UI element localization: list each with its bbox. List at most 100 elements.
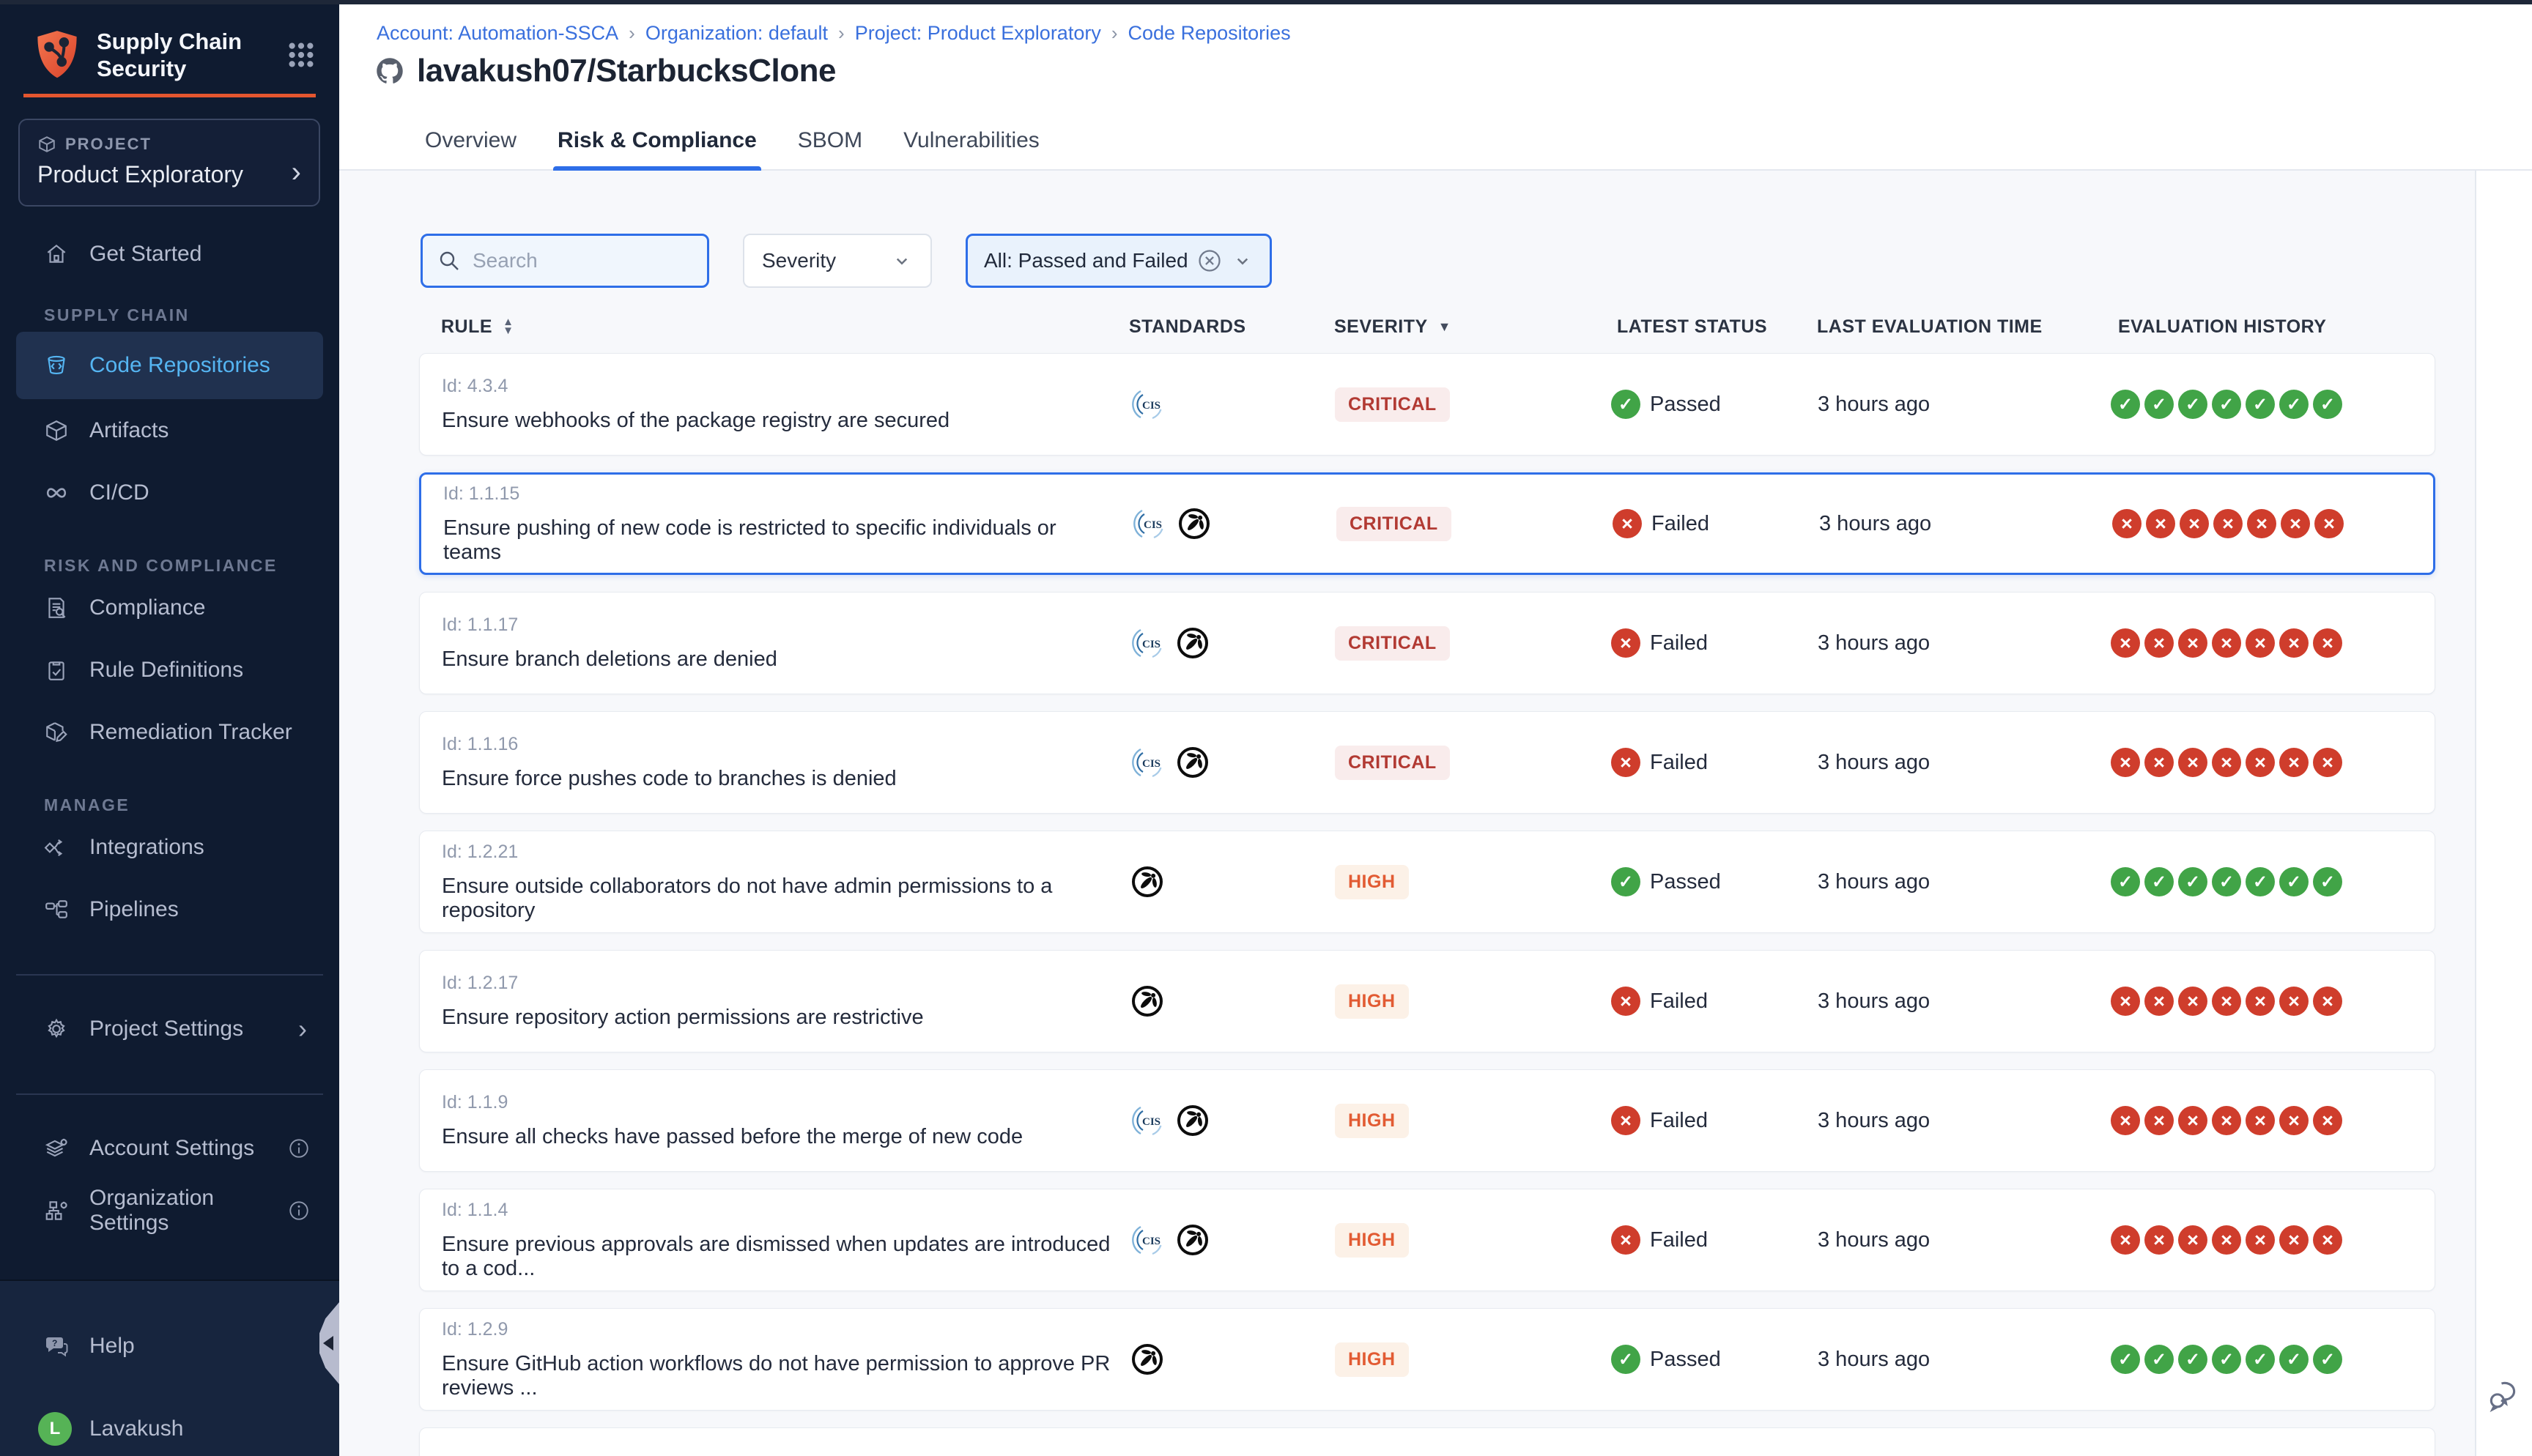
history-passed-icon[interactable]: ✓	[2279, 867, 2309, 896]
sidebar-item-organization-settings[interactable]: Organization Settings	[0, 1179, 339, 1241]
history-failed-icon[interactable]: ×	[2112, 509, 2142, 538]
history-failed-icon[interactable]: ×	[2281, 509, 2310, 538]
sidebar-item-artifacts[interactable]: Artifacts	[0, 399, 339, 461]
history-failed-icon[interactable]: ×	[2246, 1106, 2275, 1135]
history-failed-icon[interactable]: ×	[2212, 987, 2241, 1016]
history-failed-icon[interactable]: ×	[2111, 748, 2140, 777]
history-failed-icon[interactable]: ×	[2279, 628, 2309, 658]
history-passed-icon[interactable]: ✓	[2178, 867, 2207, 896]
status-filter[interactable]: All: Passed and Failed	[966, 234, 1272, 288]
table-row[interactable]: Id: 1.2.9Ensure GitHub action workflows …	[419, 1308, 2435, 1411]
history-failed-icon[interactable]: ×	[2178, 1106, 2207, 1135]
history-failed-icon[interactable]: ×	[2246, 1225, 2275, 1255]
info-icon[interactable]	[288, 1137, 310, 1159]
history-failed-icon[interactable]: ×	[2313, 628, 2342, 658]
history-failed-icon[interactable]: ×	[2144, 628, 2174, 658]
tab-sbom[interactable]: SBOM	[798, 112, 862, 169]
history-failed-icon[interactable]: ×	[2144, 987, 2174, 1016]
history-failed-icon[interactable]: ×	[2178, 628, 2207, 658]
history-failed-icon[interactable]: ×	[2111, 987, 2140, 1016]
table-row[interactable]: Id: 1.1.5CISHIGH×Failed3 hours ago××××××…	[419, 1427, 2435, 1456]
history-passed-icon[interactable]: ✓	[2246, 390, 2275, 419]
history-failed-icon[interactable]: ×	[2178, 748, 2207, 777]
history-passed-icon[interactable]: ✓	[2279, 1345, 2309, 1374]
history-failed-icon[interactable]: ×	[2313, 748, 2342, 777]
history-failed-icon[interactable]: ×	[2144, 748, 2174, 777]
history-failed-icon[interactable]: ×	[2279, 1225, 2309, 1255]
sidebar-item-get-started[interactable]: Get Started	[0, 223, 339, 285]
history-failed-icon[interactable]: ×	[2313, 987, 2342, 1016]
history-passed-icon[interactable]: ✓	[2144, 390, 2174, 419]
history-failed-icon[interactable]: ×	[2213, 509, 2243, 538]
severity-filter[interactable]: Severity	[743, 234, 932, 288]
history-passed-icon[interactable]: ✓	[2111, 1345, 2140, 1374]
history-passed-icon[interactable]: ✓	[2111, 867, 2140, 896]
project-selector[interactable]: PROJECT Product Exploratory ›	[18, 119, 320, 207]
history-passed-icon[interactable]: ✓	[2144, 1345, 2174, 1374]
history-passed-icon[interactable]: ✓	[2111, 390, 2140, 419]
sidebar-item-ci-cd[interactable]: CI/CD	[0, 461, 339, 524]
breadcrumb-link[interactable]: Project: Product Exploratory	[855, 22, 1101, 45]
history-failed-icon[interactable]: ×	[2178, 1225, 2207, 1255]
history-passed-icon[interactable]: ✓	[2246, 867, 2275, 896]
history-failed-icon[interactable]: ×	[2246, 748, 2275, 777]
search-input[interactable]	[473, 249, 692, 272]
table-row[interactable]: Id: 1.1.4Ensure previous approvals are d…	[419, 1189, 2435, 1291]
history-failed-icon[interactable]: ×	[2144, 1106, 2174, 1135]
table-row[interactable]: Id: 1.2.21Ensure outside collaborators d…	[419, 831, 2435, 933]
history-passed-icon[interactable]: ✓	[2144, 867, 2174, 896]
history-passed-icon[interactable]: ✓	[2178, 390, 2207, 419]
history-failed-icon[interactable]: ×	[2279, 1106, 2309, 1135]
support-chat-icon[interactable]	[2487, 1378, 2522, 1414]
table-row[interactable]: Id: 1.1.15Ensure pushing of new code is …	[419, 472, 2435, 575]
history-failed-icon[interactable]: ×	[2212, 628, 2241, 658]
table-row[interactable]: Id: 4.3.4Ensure webhooks of the package …	[419, 353, 2435, 456]
breadcrumb-link[interactable]: Account: Automation-SSCA	[377, 22, 618, 45]
table-row[interactable]: Id: 1.1.17Ensure branch deletions are de…	[419, 592, 2435, 694]
history-failed-icon[interactable]: ×	[2246, 987, 2275, 1016]
search-box[interactable]	[421, 234, 709, 288]
history-passed-icon[interactable]: ✓	[2313, 867, 2342, 896]
table-row[interactable]: Id: 1.2.17Ensure repository action permi…	[419, 950, 2435, 1052]
sidebar-item-compliance[interactable]: Compliance	[0, 576, 339, 639]
breadcrumb-link[interactable]: Organization: default	[645, 22, 828, 45]
history-failed-icon[interactable]: ×	[2313, 1225, 2342, 1255]
history-failed-icon[interactable]: ×	[2178, 987, 2207, 1016]
table-row[interactable]: Id: 1.1.16Ensure force pushes code to br…	[419, 711, 2435, 814]
history-passed-icon[interactable]: ✓	[2313, 390, 2342, 419]
sort-icon[interactable]: ▲▼	[503, 318, 514, 335]
history-passed-icon[interactable]: ✓	[2246, 1345, 2275, 1374]
history-failed-icon[interactable]: ×	[2111, 1106, 2140, 1135]
table-row[interactable]: Id: 1.1.9Ensure all checks have passed b…	[419, 1069, 2435, 1172]
apps-grid-icon[interactable]	[285, 39, 317, 71]
history-failed-icon[interactable]: ×	[2111, 1225, 2140, 1255]
sidebar-item-remediation-tracker[interactable]: Remediation Tracker	[0, 701, 339, 763]
tab-overview[interactable]: Overview	[425, 112, 517, 169]
sort-desc-icon[interactable]: ▼	[1438, 319, 1451, 335]
history-passed-icon[interactable]: ✓	[2178, 1345, 2207, 1374]
history-failed-icon[interactable]: ×	[2279, 748, 2309, 777]
clear-filter-icon[interactable]	[1196, 248, 1223, 274]
sidebar-item-rule-definitions[interactable]: Rule Definitions	[0, 639, 339, 701]
history-failed-icon[interactable]: ×	[2247, 509, 2276, 538]
history-failed-icon[interactable]: ×	[2212, 1225, 2241, 1255]
breadcrumb-link[interactable]: Code Repositories	[1128, 22, 1291, 45]
history-failed-icon[interactable]: ×	[2212, 1106, 2241, 1135]
history-passed-icon[interactable]: ✓	[2212, 1345, 2241, 1374]
sidebar-item-code-repositories[interactable]: Code Repositories	[16, 332, 323, 399]
tab-risk-compliance[interactable]: Risk & Compliance	[558, 112, 757, 169]
sidebar-item-project-settings[interactable]: Project Settings›	[0, 998, 339, 1060]
history-passed-icon[interactable]: ✓	[2313, 1345, 2342, 1374]
sidebar-item-pipelines[interactable]: Pipelines	[0, 878, 339, 940]
history-failed-icon[interactable]: ×	[2212, 748, 2241, 777]
history-failed-icon[interactable]: ×	[2146, 509, 2175, 538]
column-header-severity[interactable]: SEVERITY▼	[1311, 316, 1597, 338]
history-failed-icon[interactable]: ×	[2246, 628, 2275, 658]
sidebar-item-integrations[interactable]: Integrations	[0, 816, 339, 878]
column-header-rule[interactable]: RULE▲▼	[419, 316, 1114, 338]
history-failed-icon[interactable]: ×	[2111, 628, 2140, 658]
history-failed-icon[interactable]: ×	[2144, 1225, 2174, 1255]
history-failed-icon[interactable]: ×	[2279, 987, 2309, 1016]
help-button[interactable]: ? Help	[0, 1315, 339, 1377]
info-icon[interactable]	[288, 1200, 310, 1222]
